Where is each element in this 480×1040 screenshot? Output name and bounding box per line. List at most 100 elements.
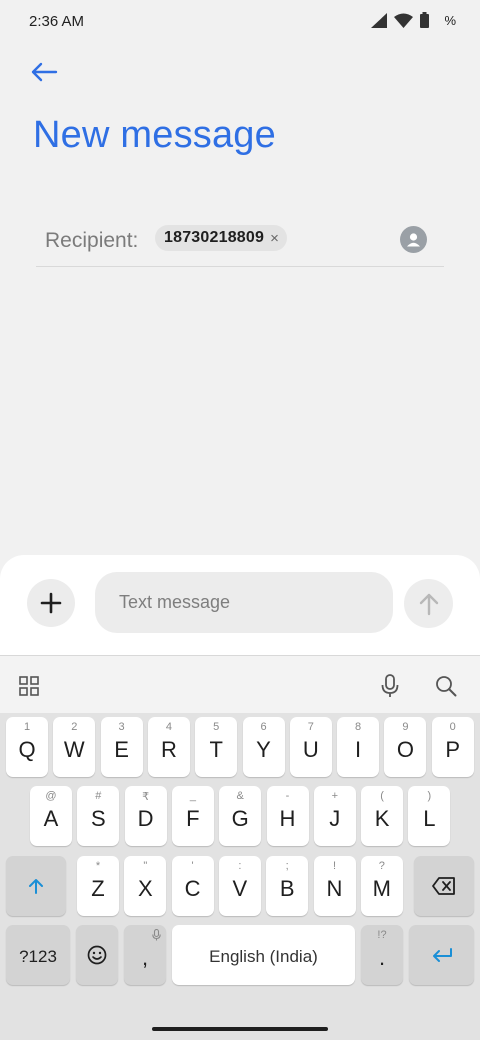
key-hint: _ xyxy=(189,790,196,802)
enter-key[interactable] xyxy=(409,925,474,985)
key-hint: & xyxy=(236,790,244,802)
key-hint: ) xyxy=(427,790,432,802)
emoji-icon xyxy=(87,945,107,965)
key-y[interactable]: 6Y xyxy=(242,717,285,777)
key-r[interactable]: 4R xyxy=(147,717,190,777)
key-p[interactable]: 0P xyxy=(431,717,474,777)
key-e[interactable]: 3E xyxy=(100,717,143,777)
space-label: English (India) xyxy=(209,947,318,966)
key-label: S xyxy=(90,806,106,831)
key-label: C xyxy=(184,876,201,901)
key-label: P xyxy=(445,737,461,762)
key-g[interactable]: & G xyxy=(219,786,262,846)
key-hint: 0 xyxy=(449,721,456,733)
apps-button[interactable] xyxy=(13,670,45,702)
key-label: R xyxy=(160,737,177,762)
period-key[interactable]: !? . xyxy=(361,925,403,985)
space-key[interactable]: English (India) xyxy=(172,925,355,985)
key-h[interactable]: -H xyxy=(266,786,309,846)
back-button[interactable] xyxy=(30,56,74,88)
keyboard-search-button[interactable] xyxy=(430,670,462,702)
page-title: New message xyxy=(33,114,276,156)
key-d[interactable]: ₹ D xyxy=(124,786,167,846)
key-label: Q xyxy=(18,737,36,762)
emoji-key[interactable] xyxy=(76,925,118,985)
key-hint: 9 xyxy=(402,721,409,733)
plus-icon xyxy=(40,592,62,614)
battery-percent: % xyxy=(444,12,456,28)
key-hint: 3 xyxy=(118,721,125,733)
contact-picker-button[interactable] xyxy=(400,226,427,253)
mic-icon xyxy=(381,674,399,697)
key-q[interactable]: 1Q xyxy=(6,717,48,777)
key-b[interactable]: ; B xyxy=(266,856,309,916)
key-hint: @ xyxy=(45,790,57,802)
key-c[interactable]: ' C xyxy=(171,856,214,916)
key-label: M xyxy=(372,876,391,901)
key-f[interactable]: _ F xyxy=(171,786,214,846)
key-s[interactable]: # S xyxy=(77,786,120,846)
wifi-icon xyxy=(394,13,414,28)
key-hint: : xyxy=(238,860,242,872)
compose-panel xyxy=(0,555,480,655)
backspace-key[interactable] xyxy=(414,856,474,916)
gesture-nav-bar[interactable] xyxy=(152,1027,328,1031)
key-label: U xyxy=(302,737,319,762)
key-hint: 7 xyxy=(307,721,314,733)
status-time: 2:36 AM xyxy=(29,13,85,30)
key-label: O xyxy=(396,737,414,762)
key-w[interactable]: 2W xyxy=(53,717,96,777)
recipient-field[interactable]: Recipient: 18730218809 × xyxy=(36,212,444,267)
arrow-up-icon xyxy=(419,593,438,615)
comma-key[interactable]: , xyxy=(124,925,166,985)
key-label: J xyxy=(329,806,341,831)
key-hint: ( xyxy=(380,790,384,802)
key-label: T xyxy=(209,737,223,762)
key-n[interactable]: ! N xyxy=(313,856,356,916)
backspace-icon xyxy=(432,877,455,895)
key-t[interactable]: 5T xyxy=(195,717,238,777)
battery-icon xyxy=(420,12,430,28)
key-u[interactable]: 7U xyxy=(289,717,332,777)
status-icons: % xyxy=(371,12,456,28)
key-label: W xyxy=(63,737,85,762)
key-l[interactable]: ) L xyxy=(408,786,451,846)
key-hint: ' xyxy=(191,860,194,872)
key-k[interactable]: (K xyxy=(361,786,404,846)
key-z[interactable]: * Z xyxy=(77,856,119,916)
mic-icon xyxy=(152,929,161,941)
key-o[interactable]: 9O xyxy=(384,717,427,777)
key-label: I xyxy=(355,737,362,762)
enter-icon xyxy=(432,948,452,962)
signal-icon xyxy=(371,12,388,28)
symbols-key[interactable]: ?123 xyxy=(6,925,70,985)
key-hint: 5 xyxy=(213,721,220,733)
key-a[interactable]: @ A xyxy=(30,786,72,846)
keyboard-toolbar xyxy=(0,655,480,713)
key-hint: 2 xyxy=(71,721,78,733)
key-i[interactable]: 8I xyxy=(337,717,380,777)
key-x[interactable]: " X xyxy=(124,856,167,916)
arrow-left-icon xyxy=(31,62,58,82)
recipient-chip[interactable]: 18730218809 × xyxy=(155,225,287,251)
grid-icon xyxy=(19,676,39,696)
key-v[interactable]: :V xyxy=(218,856,261,916)
shift-key[interactable] xyxy=(6,856,66,916)
key-label: H xyxy=(279,806,296,831)
key-label: L xyxy=(423,806,436,831)
key-j[interactable]: + J xyxy=(313,786,356,846)
key-hint: * xyxy=(95,860,101,872)
attach-button[interactable] xyxy=(27,579,75,627)
key-label: D xyxy=(137,806,154,831)
key-label: A xyxy=(43,806,59,831)
key-hint: 1 xyxy=(23,721,31,733)
close-icon[interactable]: × xyxy=(270,231,279,246)
voice-input-button[interactable] xyxy=(374,670,406,702)
key-label: B xyxy=(279,876,295,901)
send-button[interactable] xyxy=(404,579,453,628)
shift-icon xyxy=(29,879,43,894)
key-m[interactable]: ? M xyxy=(360,856,403,916)
recipient-number: 18730218809 xyxy=(164,229,265,246)
message-input[interactable] xyxy=(95,572,393,633)
key-hint: - xyxy=(285,790,290,802)
